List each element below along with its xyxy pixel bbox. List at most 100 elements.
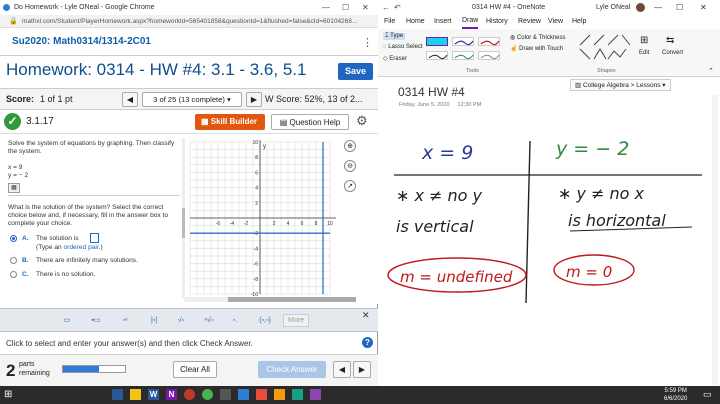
pen-swatch-red[interactable] bbox=[478, 37, 500, 46]
bottom-bar: 2 parts remaining Clear All Check Answer… bbox=[0, 354, 378, 386]
save-button[interactable]: Save bbox=[338, 63, 373, 80]
nth-root-tool-icon[interactable]: ⁿ√▫ bbox=[200, 314, 218, 327]
taskbar-app-icon-5[interactable] bbox=[274, 389, 285, 400]
grid-thumbnail-icon[interactable]: ▦ bbox=[8, 182, 20, 193]
menu-file[interactable]: File bbox=[384, 15, 395, 29]
choice-a[interactable]: A. The solution is (Type an ordered pair… bbox=[8, 232, 178, 257]
taskbar-app-icon-3[interactable] bbox=[238, 389, 249, 400]
answer-input-box[interactable] bbox=[90, 232, 99, 243]
workspace-scroll-thumb[interactable] bbox=[228, 297, 356, 302]
minimize-icon[interactable]: — bbox=[322, 0, 330, 15]
onenote-title-bar: ← ↶ 0314 HW #4 - OneNote Lyle ONeal — ☐ … bbox=[378, 0, 720, 15]
notebook-breadcrumb[interactable]: ▥ College Algebra > Lessons ▾ bbox=[570, 79, 671, 91]
choice-b[interactable]: B. There are infinitely many solutions. bbox=[8, 256, 178, 271]
check-answer-button[interactable]: Check Answer bbox=[258, 361, 326, 378]
onenote-close-icon[interactable]: ✕ bbox=[700, 0, 707, 15]
popout-icon[interactable]: ↗ bbox=[344, 180, 356, 192]
ink-canvas[interactable]: x = 9 y = − 2 ∗ x ≠ no y is vertical ∗ y… bbox=[378, 93, 720, 386]
more-tools-button[interactable]: More bbox=[283, 314, 309, 327]
bottom-next-button[interactable]: ▶ bbox=[353, 361, 371, 378]
y-axis-label: y bbox=[263, 144, 266, 150]
color-thickness-button[interactable]: ◍ Color & Thickness bbox=[510, 34, 566, 41]
ordered-pair-link[interactable]: ordered pair bbox=[64, 244, 99, 251]
shapes-gallery[interactable] bbox=[578, 33, 632, 63]
highlighter-swatch[interactable] bbox=[426, 37, 448, 46]
square-root-tool-icon[interactable]: √▫ bbox=[172, 314, 190, 327]
convert-button[interactable]: Convert bbox=[662, 50, 683, 56]
pen-swatch-gray[interactable] bbox=[478, 51, 500, 60]
undo-icon[interactable]: ↶ bbox=[394, 0, 401, 15]
y-tick-label: 2 bbox=[255, 201, 258, 207]
choice-c-radio[interactable] bbox=[10, 270, 17, 278]
windows-start-icon[interactable]: ⊞ bbox=[4, 389, 15, 400]
next-question-button[interactable]: ▶ bbox=[246, 92, 262, 107]
help-icon[interactable]: ? bbox=[362, 337, 373, 348]
choice-c-letter: C. bbox=[22, 270, 29, 278]
course-menu-icon[interactable]: ⋮ bbox=[362, 36, 373, 49]
edit-icon[interactable]: ⊞ bbox=[640, 35, 648, 46]
pen-swatch-green[interactable] bbox=[452, 51, 474, 60]
draw-with-touch-button[interactable]: ☝ Draw with Touch bbox=[510, 45, 563, 52]
convert-icon[interactable]: ⇆ bbox=[666, 35, 674, 46]
coordinate-graph[interactable]: y -6 -4 -2 2 4 6 8 10 10 8 6 4 2 -2 -4 -6 -8 -10 bbox=[186, 138, 342, 298]
onenote-menu-bar: File Home Insert Draw History Review Vie… bbox=[378, 15, 720, 29]
onenote-maximize-icon[interactable]: ☐ bbox=[676, 0, 683, 15]
absolute-value-tool-icon[interactable]: |▫| bbox=[145, 314, 163, 327]
notification-icon[interactable]: ▭ bbox=[703, 389, 712, 400]
question-selector[interactable]: 3 of 25 (13 complete) ▾ bbox=[142, 92, 242, 107]
decimal-tool-icon[interactable]: ▫. bbox=[226, 314, 244, 327]
bottom-prev-button[interactable]: ◀ bbox=[333, 361, 351, 378]
choice-c[interactable]: C. There is no solution. bbox=[8, 270, 178, 285]
taskbar-app-icon-6[interactable] bbox=[292, 389, 303, 400]
avatar[interactable] bbox=[636, 3, 645, 12]
toolbar-close-icon[interactable]: ✕ bbox=[362, 310, 370, 321]
zoom-in-icon[interactable]: ⊕ bbox=[344, 140, 356, 152]
choice-b-radio[interactable] bbox=[10, 256, 17, 264]
menu-history[interactable]: History bbox=[486, 15, 508, 29]
menu-help[interactable]: Help bbox=[572, 15, 586, 29]
ribbon-collapse-icon[interactable]: ⌃ bbox=[708, 67, 714, 75]
onenote-minimize-icon[interactable]: — bbox=[654, 0, 662, 15]
chrome-icon[interactable] bbox=[202, 389, 213, 400]
type-tool[interactable]: ⌶ Type bbox=[383, 33, 406, 40]
taskbar-app-icon-7[interactable] bbox=[310, 389, 321, 400]
file-explorer-icon[interactable] bbox=[130, 389, 141, 400]
ordered-pair-tool-icon[interactable]: (▫,▫) bbox=[256, 314, 274, 327]
lasso-select-tool[interactable]: ◌ Lasso Select bbox=[383, 44, 423, 50]
taskbar-app-icon-1[interactable] bbox=[112, 389, 123, 400]
app-icon-red[interactable] bbox=[184, 389, 195, 400]
previous-question-button[interactable]: ◀ bbox=[122, 92, 138, 107]
zoom-out-icon[interactable]: ⊖ bbox=[344, 160, 356, 172]
menu-view[interactable]: View bbox=[548, 15, 563, 29]
menu-draw[interactable]: Draw bbox=[462, 15, 479, 29]
clock[interactable]: 5:59 PM 6/6/2020 bbox=[664, 387, 687, 403]
skill-builder-button[interactable]: ▦ Skill Builder bbox=[195, 114, 265, 130]
settings-gear-icon[interactable]: ⚙ bbox=[356, 113, 368, 129]
mixed-number-tool-icon[interactable]: ▪▭ bbox=[87, 314, 105, 327]
clear-all-button[interactable]: Clear All bbox=[173, 361, 217, 378]
choice-a-radio[interactable] bbox=[10, 234, 17, 242]
menu-insert[interactable]: Insert bbox=[434, 15, 452, 29]
onenote-scrollbar[interactable] bbox=[712, 95, 718, 385]
menu-home[interactable]: Home bbox=[406, 15, 425, 29]
taskbar-app-icon-2[interactable] bbox=[220, 389, 231, 400]
exponent-tool-icon[interactable]: ▫ⁿ bbox=[116, 314, 134, 327]
eraser-tool[interactable]: ◇ Eraser bbox=[383, 55, 407, 62]
fraction-tool-icon[interactable]: ▭ bbox=[58, 314, 76, 327]
edit-button[interactable]: Edit bbox=[639, 50, 649, 56]
question-help-button[interactable]: ▤ Question Help bbox=[271, 114, 349, 130]
taskbar-app-icon-4[interactable] bbox=[256, 389, 267, 400]
pen-swatch-blue[interactable] bbox=[452, 37, 474, 46]
word-icon[interactable]: W bbox=[148, 389, 159, 400]
maximize-icon[interactable]: ☐ bbox=[342, 0, 349, 15]
close-icon[interactable]: ✕ bbox=[362, 0, 369, 15]
course-bar: Su2020: Math0314/1314-2C01 ⋮ bbox=[0, 28, 378, 56]
left-panel-scrollbar[interactable] bbox=[182, 138, 185, 298]
menu-review[interactable]: Review bbox=[518, 15, 541, 29]
graph-svg[interactable]: y-6 -4 -2 2 4 6 8 10108642-2-4-6-8-10 bbox=[186, 138, 342, 298]
chevron-down-icon: ▾ bbox=[227, 95, 231, 104]
address-bar[interactable]: 🔒 mathxl.com/Student/PlayerHomework.aspx… bbox=[0, 15, 378, 28]
onenote-icon[interactable]: N bbox=[166, 389, 177, 400]
pen-swatch-black[interactable] bbox=[426, 51, 448, 60]
back-arrow-icon[interactable]: ← bbox=[382, 0, 390, 15]
